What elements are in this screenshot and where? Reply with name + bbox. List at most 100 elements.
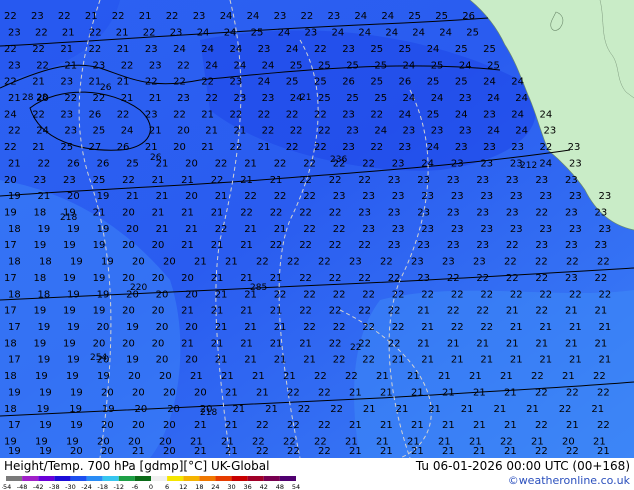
temperature-label: 22: [599, 289, 612, 300]
temperature-label: 19: [63, 306, 76, 317]
temperature-label: 25: [483, 44, 496, 55]
temperature-label: 21: [149, 126, 162, 137]
scale-tick-label: 18: [195, 483, 203, 490]
temperature-label: 22: [535, 257, 548, 268]
temperature-label: 25: [318, 60, 331, 71]
temperature-label: 23: [476, 175, 489, 186]
temperature-label: 23: [451, 191, 464, 202]
temperature-label: 19: [38, 224, 51, 235]
temperature-label: 22: [290, 126, 303, 137]
temperature-label: 19: [126, 355, 139, 366]
temperature-label: 19: [39, 420, 52, 431]
color-swatch: [54, 476, 71, 481]
temperature-label: 22: [362, 158, 375, 169]
temperature-label: 25: [487, 60, 500, 71]
temperature-label: 22: [318, 420, 331, 431]
temperature-label: 23: [417, 273, 430, 284]
temperature-label: 21: [510, 322, 523, 333]
temperature-label: 21: [244, 224, 257, 235]
temperature-label: 21: [270, 273, 283, 284]
color-swatch: [215, 476, 232, 481]
temperature-label: 23: [506, 208, 519, 219]
temperature-label: 22: [510, 289, 523, 300]
temperature-label: 20: [126, 224, 139, 235]
temperature-label: 22: [270, 208, 283, 219]
temperature-label: 23: [34, 175, 47, 186]
color-swatch: [247, 476, 264, 481]
temperature-label: 24: [539, 158, 552, 169]
temperature-label: 24: [403, 93, 416, 104]
temperature-label: 22: [270, 240, 283, 251]
temperature-label: 23: [510, 224, 523, 235]
temperature-label: 24: [403, 60, 416, 71]
temperature-label: 19: [97, 371, 110, 382]
temperature-label: 22: [535, 420, 548, 431]
temperature-label: 24: [247, 11, 260, 22]
temperature-label: 25: [370, 77, 383, 88]
temperature-label: 21: [473, 420, 486, 431]
temperature-label: 25: [93, 126, 106, 137]
temperature-label: 23: [358, 208, 371, 219]
temperature-label: 22: [506, 240, 519, 251]
temperature-label: 23: [145, 109, 158, 120]
temperature-label: 21: [132, 446, 145, 457]
temperature-label: 22: [504, 257, 517, 268]
temperature-label: 22: [173, 109, 186, 120]
temperature-label: 24: [511, 77, 524, 88]
temperature-label: 23: [565, 175, 578, 186]
temperature-label: 23: [511, 142, 524, 153]
temperature-label: 22: [36, 60, 49, 71]
temperature-label: 19: [38, 355, 51, 366]
temperature-label: 21: [62, 28, 75, 39]
temperature-label: 23: [595, 208, 608, 219]
temperature-label: 22: [595, 273, 608, 284]
temperature-label: 22: [4, 77, 17, 88]
temperature-label: 23: [480, 158, 493, 169]
temperature-label: 19: [8, 446, 21, 457]
temperature-label: 22: [566, 446, 579, 457]
temperature-label: 22: [303, 289, 316, 300]
temperature-label: 22: [230, 142, 243, 153]
temperature-label: 23: [170, 28, 183, 39]
temperature-label: 23: [392, 224, 405, 235]
temperature-label: 24: [385, 28, 398, 39]
temperature-label: 21: [349, 387, 362, 398]
temperature-label: 21: [442, 420, 455, 431]
height-label: 220: [130, 283, 147, 293]
temperature-label: 19: [35, 371, 48, 382]
temperature-label: 19: [37, 404, 50, 415]
temperature-label: 24: [427, 44, 440, 55]
temperature-label: 22: [201, 77, 214, 88]
temperature-label: 22: [333, 322, 346, 333]
temperature-label: 18: [34, 273, 47, 284]
temperature-label: 22: [566, 257, 579, 268]
temperature-label: 19: [97, 289, 110, 300]
temperature-label: 22: [4, 44, 17, 55]
temperature-label: 24: [459, 60, 472, 71]
temperature-label: 22: [256, 446, 269, 457]
temperature-label: 21: [380, 446, 393, 457]
temperature-label: 23: [342, 44, 355, 55]
temperature-label: 23: [568, 142, 581, 153]
temperature-label: 19: [69, 404, 82, 415]
temperature-label: 20: [181, 273, 194, 284]
temperature-label: 17: [8, 420, 21, 431]
temperature-label: 18: [8, 289, 21, 300]
temperature-label: 20: [122, 306, 135, 317]
temperature-label: 21: [526, 404, 539, 415]
temperature-label: 23: [451, 158, 464, 169]
temperature-label: 20: [163, 446, 176, 457]
temperature-label: 21: [225, 387, 238, 398]
temperature-label: 23: [349, 257, 362, 268]
color-swatch: [199, 476, 216, 481]
temperature-label: 23: [421, 224, 434, 235]
credit-link[interactable]: ©weatheronline.co.uk: [508, 474, 630, 487]
temperature-label: 23: [258, 44, 271, 55]
temperature-label: 21: [421, 322, 434, 333]
scale-tick-label: -54: [2, 483, 11, 490]
temperature-label: 21: [215, 322, 228, 333]
temperature-label: 25: [251, 28, 264, 39]
temperature-label: 21: [380, 420, 393, 431]
temperature-label: 21: [244, 322, 257, 333]
temperature-label: 22: [333, 289, 346, 300]
